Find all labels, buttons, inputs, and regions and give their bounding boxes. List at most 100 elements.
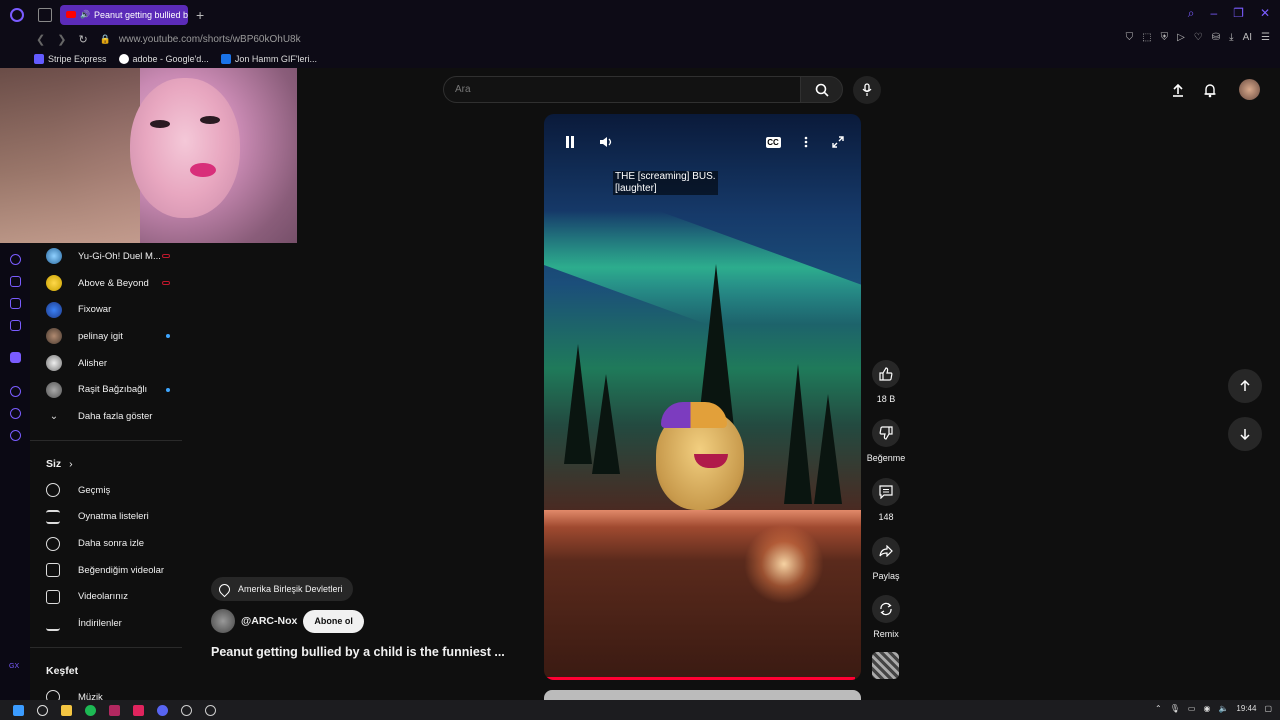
url-field[interactable]: www.youtube.com/shorts/wBP60kOhU8k bbox=[119, 34, 301, 45]
close-window-icon[interactable]: ✕ bbox=[1260, 6, 1270, 21]
captions-button[interactable]: CC bbox=[762, 132, 784, 152]
account-avatar[interactable] bbox=[1239, 79, 1260, 100]
file-explorer-icon[interactable] bbox=[61, 704, 72, 716]
nav-liked-videos[interactable]: Beğendiğim videolar bbox=[30, 557, 190, 584]
steam-icon[interactable] bbox=[181, 704, 192, 716]
settings-icon[interactable] bbox=[10, 430, 21, 441]
messenger-icon[interactable] bbox=[10, 320, 21, 331]
ai-button[interactable]: AI bbox=[1243, 32, 1252, 43]
next-video-button[interactable] bbox=[1228, 417, 1262, 451]
next-video-peek[interactable] bbox=[544, 690, 861, 700]
progress-bar[interactable] bbox=[544, 677, 855, 680]
voice-search-button[interactable] bbox=[853, 76, 881, 104]
previous-video-button[interactable] bbox=[1228, 369, 1262, 403]
spotify-icon[interactable] bbox=[85, 704, 96, 716]
opera-logo-icon[interactable] bbox=[10, 7, 24, 22]
restore-icon[interactable]: ❐ bbox=[1233, 6, 1244, 21]
workspaces-icon[interactable] bbox=[10, 276, 21, 287]
tray-volume-icon[interactable]: 🔈 bbox=[1218, 704, 1228, 713]
nav-watch-later[interactable]: Daha sonra izle bbox=[30, 530, 190, 557]
location-chip[interactable]: Amerika Birleşik Devletleri bbox=[211, 577, 353, 601]
active-tab[interactable]: 🔊 Peanut getting bullied b bbox=[60, 4, 188, 25]
opera-gx-icon[interactable] bbox=[109, 704, 120, 716]
menu-icon[interactable]: ☰ bbox=[1261, 32, 1270, 43]
bookmark-jon-hamm[interactable]: Jon Hamm GIF'leri... bbox=[220, 53, 317, 64]
twitch-icon[interactable] bbox=[10, 352, 21, 363]
subscribe-button[interactable]: Abone ol bbox=[303, 609, 364, 633]
nav-history[interactable]: Geçmiş bbox=[30, 477, 190, 504]
dislike-button[interactable]: Beğenme bbox=[866, 419, 906, 463]
chat-icon[interactable] bbox=[10, 408, 21, 419]
tab-manager-icon[interactable] bbox=[38, 7, 52, 22]
tray-arrow-icon[interactable]: ⌃ bbox=[1155, 704, 1162, 713]
search-tabs-icon[interactable]: ⌕ bbox=[1188, 6, 1195, 21]
snapshot-icon[interactable]: ⬚ bbox=[1142, 32, 1151, 43]
subscription-item[interactable]: Above & Beyond bbox=[30, 270, 190, 297]
video-player[interactable]: CC THE [screaming] BUS. [laughter] bbox=[544, 114, 861, 680]
subscription-item[interactable]: Alisher bbox=[30, 350, 190, 377]
bookmark-stripe[interactable]: Stripe Express bbox=[34, 53, 107, 64]
play-icon[interactable]: ▷ bbox=[1177, 32, 1185, 43]
tray-network-icon[interactable]: ◉ bbox=[1203, 704, 1210, 713]
search-icon[interactable] bbox=[37, 704, 48, 716]
channel-name[interactable]: @ARC-Nox bbox=[241, 615, 297, 627]
new-tab-button[interactable]: + bbox=[196, 7, 204, 23]
download-icon[interactable]: ⤓ bbox=[1229, 32, 1233, 43]
heart-icon[interactable]: ♡ bbox=[1194, 32, 1203, 43]
share-button[interactable]: Paylaş bbox=[866, 537, 906, 581]
subscription-item[interactable]: Yu-Gi-Oh! Duel M... bbox=[30, 243, 190, 270]
subscription-item[interactable]: Raşit Bağzıbağlı bbox=[30, 376, 190, 403]
reload-icon[interactable]: ↻ bbox=[78, 33, 87, 46]
upload-icon bbox=[1173, 83, 1183, 97]
channel-avatar[interactable] bbox=[211, 609, 235, 633]
windows-start-icon[interactable] bbox=[13, 704, 24, 716]
subscription-item[interactable]: Fixowar bbox=[30, 296, 190, 323]
gx-icon[interactable]: GX bbox=[9, 663, 19, 670]
wallet-icon[interactable]: ⛁ bbox=[1212, 32, 1220, 43]
aria-icon[interactable] bbox=[10, 254, 21, 265]
tree bbox=[814, 394, 842, 504]
channel-avatar bbox=[46, 328, 62, 345]
tray-display-icon[interactable]: ▭ bbox=[1188, 704, 1196, 713]
clock[interactable]: 19:44 bbox=[1236, 704, 1256, 713]
pause-button[interactable] bbox=[559, 132, 581, 152]
minimize-icon[interactable]: – bbox=[1210, 6, 1217, 21]
app-circle-icon[interactable] bbox=[205, 704, 216, 716]
tray-mic-icon[interactable]: 🎙 bbox=[1170, 704, 1180, 713]
app-icon[interactable] bbox=[133, 704, 144, 716]
search-input[interactable]: Ara bbox=[443, 76, 801, 103]
volume-button[interactable] bbox=[595, 132, 617, 152]
lock-icon[interactable]: 🔒 bbox=[100, 34, 111, 45]
bookmark-adobe[interactable]: adobe - Google'd... bbox=[118, 53, 209, 64]
like-button[interactable]: 18 B bbox=[866, 360, 906, 404]
show-more-button[interactable]: ⌄ Daha fazla göster bbox=[30, 403, 190, 430]
remix-button[interactable]: Remix bbox=[866, 595, 906, 639]
forward-icon[interactable]: ❯ bbox=[57, 33, 66, 46]
video-title[interactable]: Peanut getting bullied by a child is the… bbox=[211, 645, 505, 659]
divider bbox=[30, 439, 182, 441]
fullscreen-button[interactable] bbox=[827, 132, 849, 152]
you-section-title[interactable]: Siz › bbox=[30, 451, 190, 477]
back-icon[interactable]: ❮ bbox=[36, 33, 45, 46]
comments-button[interactable]: 148 bbox=[866, 478, 906, 522]
thumbs-up-icon bbox=[872, 360, 900, 388]
nav-downloads[interactable]: İndirilenler bbox=[30, 610, 190, 637]
sound-thumbnail[interactable] bbox=[872, 652, 899, 679]
remix-label: Remix bbox=[873, 629, 899, 639]
notifications-tray-icon[interactable]: ▢ bbox=[1264, 704, 1272, 713]
discord-icon[interactable] bbox=[157, 704, 168, 716]
more-options-button[interactable] bbox=[795, 132, 817, 152]
subscription-item[interactable]: pelinay igit bbox=[30, 323, 190, 350]
notifications-button[interactable] bbox=[1199, 79, 1221, 101]
speaker-icon[interactable]: 🔊 bbox=[80, 10, 90, 19]
nav-playlists[interactable]: Oynatma listeleri bbox=[30, 504, 190, 531]
webcam-eye bbox=[150, 120, 170, 128]
upload-button[interactable] bbox=[1167, 79, 1189, 101]
nav-your-videos[interactable]: Videolarınız bbox=[30, 584, 190, 611]
shield-icon[interactable]: ⛨ bbox=[1161, 32, 1169, 43]
pinboard-icon[interactable] bbox=[10, 298, 21, 309]
bookmark-icon[interactable]: ⛉ bbox=[1126, 32, 1134, 43]
stripe-icon bbox=[34, 53, 44, 64]
search-button[interactable] bbox=[800, 76, 843, 103]
history-icon[interactable] bbox=[10, 386, 21, 397]
